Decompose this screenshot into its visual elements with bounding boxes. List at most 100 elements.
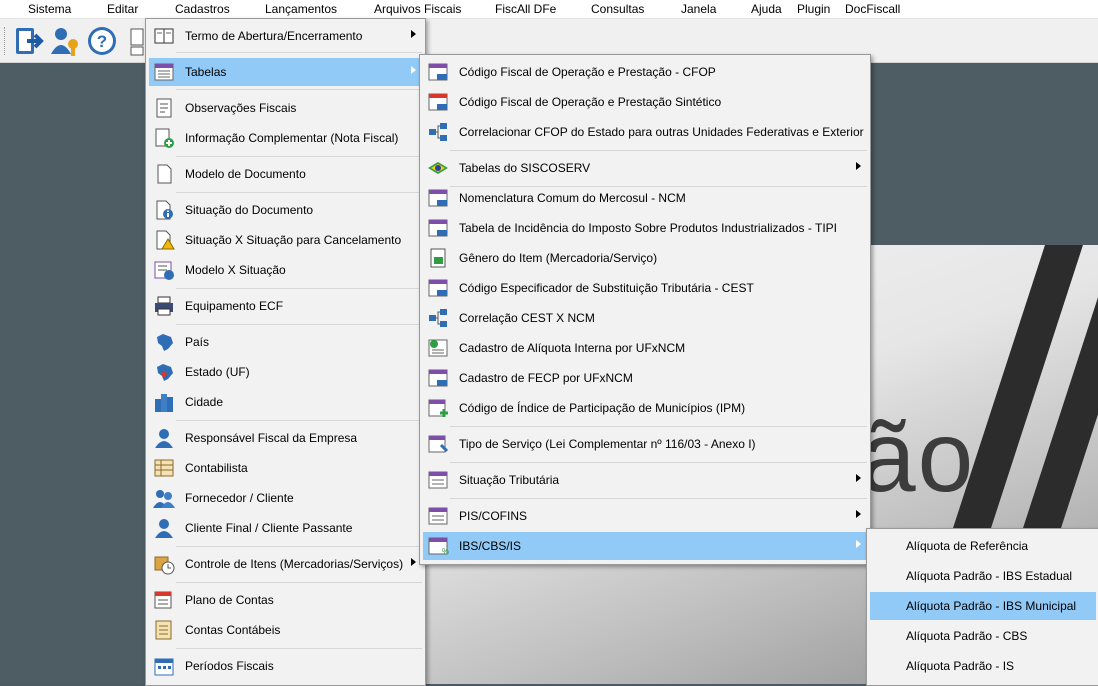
page-icon	[157, 164, 172, 184]
exit-button[interactable]	[13, 25, 45, 57]
menu-docfiscall[interactable]: DocFiscall	[845, 2, 900, 16]
submenu-arrow-icon	[411, 558, 416, 566]
menu-item-cidade[interactable]: Cidade	[149, 388, 422, 416]
menu-consultas[interactable]: Consultas	[591, 2, 644, 16]
service-type-icon	[428, 435, 449, 453]
menu-item-fecp[interactable]: Cadastro de FECP por UFxNCM	[423, 364, 867, 392]
menu-item-observacoes-fiscais[interactable]: Observações Fiscais	[149, 94, 422, 122]
menu-item-label: Equipamento ECF	[185, 299, 284, 313]
accounts-plan-icon	[154, 591, 172, 609]
menu-fiscall-dfe[interactable]: FiscAll DFe	[495, 2, 556, 16]
menu-item-label: Código de Índice de Participação de Muni…	[459, 401, 746, 415]
ncm-table-icon	[428, 189, 448, 207]
menu-item-situacao-documento[interactable]: Situação do Documento	[149, 196, 422, 224]
menu-item-ncm[interactable]: Nomenclatura Comum do Mercosul - NCM	[423, 184, 867, 212]
menu-item-plano-contas[interactable]: Plano de Contas	[149, 586, 422, 614]
menu-item-responsavel-fiscal[interactable]: Responsável Fiscal da Empresa	[149, 424, 422, 452]
menu-item-label: Estado (UF)	[185, 365, 250, 379]
menu-lancamentos[interactable]: Lançamentos	[265, 2, 337, 16]
menu-arquivos-fiscais[interactable]: Arquivos Fiscais	[374, 2, 461, 16]
menu-item-estado[interactable]: Estado (UF)	[149, 358, 422, 386]
calendar-icon	[154, 658, 174, 676]
printer-icon	[155, 296, 173, 316]
menu-item-aliquota-referencia[interactable]: Alíquota de Referência	[870, 532, 1096, 560]
menu-item-cfop-sintetico[interactable]: Código Fiscal de Operação e Prestação Si…	[423, 88, 867, 116]
menu-item-aliquota-is[interactable]: Alíquota Padrão - IS	[870, 652, 1096, 680]
menu-item-informacao-complementar[interactable]: Informação Complementar (Nota Fiscal)	[149, 124, 422, 152]
toolbar-grip[interactable]	[4, 27, 8, 55]
cfop-synthetic-icon	[428, 93, 448, 111]
menu-separator	[176, 192, 422, 193]
cest-table-icon	[428, 279, 448, 297]
menu-item-controle-itens[interactable]: Controle de Itens (Mercadorias/Serviços)	[149, 550, 422, 578]
menu-item-cliente-final[interactable]: Cliente Final / Cliente Passante	[149, 514, 422, 542]
menu-item-label: Observações Fiscais	[185, 101, 297, 115]
document-button[interactable]	[125, 25, 145, 57]
menu-item-label: Código Fiscal de Operação e Prestação Si…	[459, 95, 722, 109]
ipm-table-icon	[428, 399, 448, 417]
info-document-icon	[156, 200, 173, 220]
menu-item-aliquota-interna[interactable]: Cadastro de Alíquota Interna por UFxNCM	[423, 334, 867, 362]
menu-item-cfop[interactable]: Código Fiscal de Operação e Prestação - …	[423, 58, 867, 86]
menu-item-correlacionar-cfop[interactable]: Correlacionar CFOP do Estado para outras…	[423, 118, 867, 146]
menu-item-equipamento-ecf[interactable]: Equipamento ECF	[149, 292, 422, 320]
menu-item-modelo-documento[interactable]: Modelo de Documento	[149, 160, 422, 188]
menu-item-situacao-tributaria[interactable]: Situação Tributária	[423, 466, 867, 494]
menu-item-ipm[interactable]: Código de Índice de Participação de Muni…	[423, 394, 867, 422]
menu-cadastros[interactable]: Cadastros	[175, 2, 230, 16]
menu-item-situacao-cancelamento[interactable]: Situação X Situação para Cancelamento	[149, 226, 422, 254]
menu-item-siscoserv[interactable]: Tabelas do SISCOSERV	[423, 154, 867, 182]
menu-item-label: Tabelas do SISCOSERV	[459, 161, 591, 175]
menu-item-tipi[interactable]: Tabela de Incidência do Imposto Sobre Pr…	[423, 214, 867, 242]
menu-item-termo-abertura[interactable]: Termo de Abertura/Encerramento	[149, 22, 422, 50]
user-key-icon	[51, 28, 78, 56]
menu-item-contas-contabeis[interactable]: Contas Contábeis	[149, 616, 422, 644]
menu-item-aliquota-ibs-municipal[interactable]: Alíquota Padrão - IBS Municipal	[870, 592, 1096, 620]
menu-ajuda[interactable]: Ajuda	[751, 2, 782, 16]
menu-item-label: Situação Tributária	[459, 473, 560, 487]
user-key-button[interactable]	[49, 25, 81, 57]
menu-item-tabelas[interactable]: Tabelas	[149, 58, 422, 86]
menu-janela[interactable]: Janela	[681, 2, 716, 16]
menu-editar[interactable]: Editar	[107, 2, 138, 16]
pis-cofins-icon	[428, 507, 448, 525]
menu-item-periodos-fiscais[interactable]: Períodos Fiscais	[149, 652, 422, 680]
menu-item-correlacao-cest-ncm[interactable]: Correlação CEST X NCM	[423, 304, 867, 332]
menu-item-genero-item[interactable]: Gênero do Item (Mercadoria/Serviço)	[423, 244, 867, 272]
document-add-icon	[155, 128, 174, 148]
menu-plugin[interactable]: Plugin	[797, 2, 830, 16]
cadastros-menu: Termo de Abertura/Encerramento Tabelas O…	[145, 18, 426, 686]
menu-item-label: Plano de Contas	[185, 593, 274, 607]
menu-item-label: Correlação CEST X NCM	[459, 311, 595, 325]
menu-item-label: Alíquota de Referência	[906, 539, 1029, 553]
menu-item-tipo-servico[interactable]: Tipo de Serviço (Lei Complementar nº 116…	[423, 430, 867, 458]
menu-item-fornecedor-cliente[interactable]: Fornecedor / Cliente	[149, 484, 422, 512]
menu-item-label: Contabilista	[185, 461, 248, 475]
menu-bar: Sistema Editar Cadastros Lançamentos Arq…	[0, 0, 1098, 19]
help-button[interactable]: ?	[86, 25, 118, 57]
book-icon	[154, 28, 174, 44]
menu-item-label: Informação Complementar (Nota Fiscal)	[185, 131, 399, 145]
correlation-icon	[429, 123, 447, 141]
menu-item-pais[interactable]: País	[149, 328, 422, 356]
menu-item-modelo-x-situacao[interactable]: Modelo X Situação	[149, 256, 422, 284]
menu-item-label: País	[185, 335, 210, 349]
menu-item-ibs-cbs-is[interactable]: % IBS/CBS/IS	[423, 532, 867, 560]
menu-item-aliquota-cbs[interactable]: Alíquota Padrão - CBS	[870, 622, 1096, 650]
exit-icon	[16, 28, 44, 54]
menu-item-aliquota-ibs-estadual[interactable]: Alíquota Padrão - IBS Estadual	[870, 562, 1096, 590]
menu-separator	[176, 288, 422, 289]
menu-item-label: Tabela de Incidência do Imposto Sobre Pr…	[459, 221, 837, 235]
menu-item-label: Gênero do Item (Mercadoria/Serviço)	[459, 251, 658, 265]
menu-item-label: Contas Contábeis	[185, 623, 281, 637]
submenu-arrow-icon	[411, 66, 416, 74]
menu-item-label: Alíquota Padrão - IBS Municipal	[906, 599, 1077, 613]
menu-item-contabilista[interactable]: Contabilista	[149, 454, 422, 482]
menu-sistema[interactable]: Sistema	[28, 2, 71, 16]
menu-item-pis-cofins[interactable]: PIS/COFINS	[423, 502, 867, 530]
menu-item-label: Correlacionar CFOP do Estado para outras…	[459, 125, 864, 139]
menu-item-label: Alíquota Padrão - CBS	[906, 629, 1028, 643]
menu-item-label: Cadastro de FECP por UFxNCM	[459, 371, 633, 385]
menu-item-label: Nomenclatura Comum do Mercosul - NCM	[459, 191, 686, 205]
menu-item-cest[interactable]: Código Especificador de Substituição Tri…	[423, 274, 867, 302]
